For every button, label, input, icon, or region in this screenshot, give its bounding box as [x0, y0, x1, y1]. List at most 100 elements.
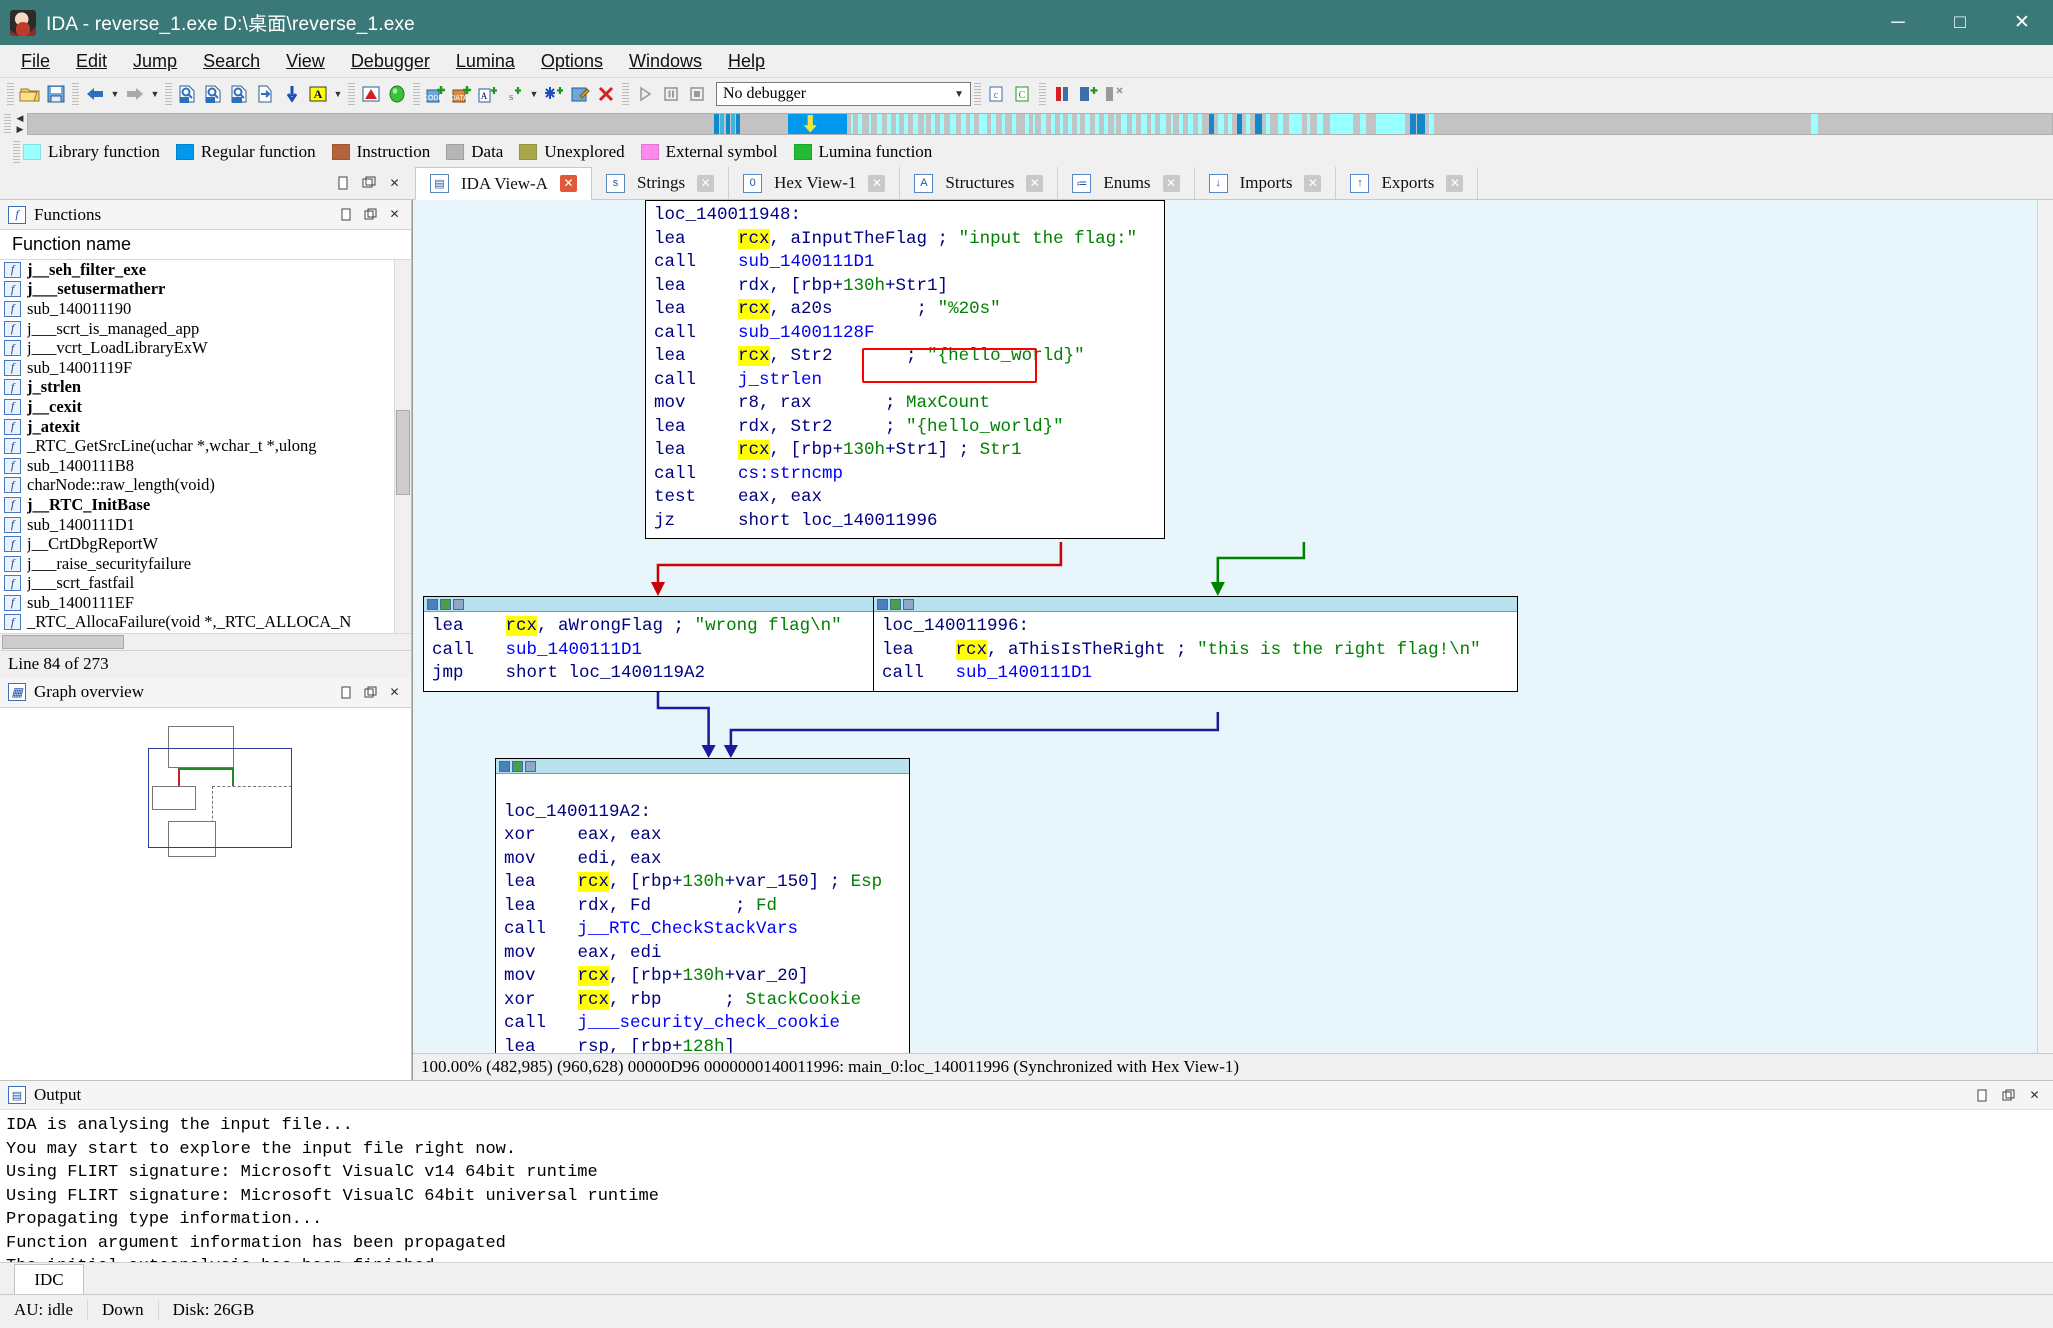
tab-close-strings[interactable]: ✕ [697, 174, 715, 192]
tab-structures[interactable]: A Structures ✕ [900, 167, 1059, 199]
toolbar-grip-3[interactable] [165, 83, 172, 105]
search-hash-icon[interactable] [175, 81, 201, 107]
graph-icon[interactable] [1049, 81, 1075, 107]
restore-icon[interactable] [334, 175, 351, 192]
list-item[interactable]: f _RTC_GetSrcLine(uchar *,wchar_t *,ulong [0, 436, 394, 456]
list-item[interactable]: f sub_140011190 [0, 299, 394, 319]
debugger-select[interactable]: No debugger ▼ [716, 82, 971, 106]
tab-close-hex-view-1[interactable]: ✕ [868, 174, 886, 192]
block-icon-3[interactable] [525, 760, 536, 772]
graph-block-right-flag[interactable]: loc_140011996: lea rcx, aThisIsTheRight … [873, 596, 1518, 692]
menu-edit[interactable]: Edit [63, 47, 120, 76]
menu-debugger[interactable]: Debugger [338, 47, 443, 76]
list-item[interactable]: f j___raise_securityfailure [0, 554, 394, 574]
list-item[interactable]: f j_strlen [0, 377, 394, 398]
output-maximize-icon[interactable] [2000, 1087, 2017, 1104]
tab-imports[interactable]: ↓ Imports ✕ [1194, 167, 1337, 199]
list-item[interactable]: f _RTC_AllocaFailure(void *,_RTC_ALLOCA_N [0, 612, 394, 633]
graph-overview-body[interactable] [0, 707, 411, 1080]
maximize-icon[interactable] [360, 175, 377, 192]
make-code-icon[interactable]: CODE [423, 81, 449, 107]
block-icon-1[interactable] [499, 760, 510, 772]
navigation-band[interactable] [27, 112, 2053, 135]
menu-view[interactable]: View [273, 47, 338, 76]
tab-close-ida-view-a[interactable]: ✕ [559, 175, 577, 192]
list-item[interactable]: f sub_1400111EF [0, 593, 394, 613]
tab-enums[interactable]: ≔ Enums ✕ [1058, 167, 1195, 199]
make-ascii-icon[interactable]: A [475, 81, 501, 107]
graph-add-icon[interactable] [1075, 81, 1101, 107]
functions-vertical-scrollbar[interactable] [394, 260, 411, 633]
tab-hex-view-1[interactable]: 0 Hex View-1 ✕ [729, 167, 901, 199]
graph-overview-restore-icon[interactable] [338, 684, 355, 701]
output-log[interactable]: IDA is analysing the input file... You m… [0, 1110, 2053, 1262]
graph-overview-close-icon[interactable]: ✕ [386, 684, 403, 701]
functions-scroll-thumb[interactable] [396, 410, 410, 495]
idc-tab[interactable]: IDC [14, 1264, 84, 1294]
maximize-button[interactable]: □ [1929, 0, 1991, 45]
minimize-button[interactable]: ─ [1867, 0, 1929, 45]
graph-xrefs-icon[interactable] [1101, 81, 1127, 107]
list-item[interactable]: f j___scrt_fastfail [0, 573, 394, 594]
overview-viewport-rect[interactable] [148, 747, 292, 848]
toolbar-grip-4[interactable] [348, 83, 355, 105]
menu-help[interactable]: Help [715, 47, 778, 76]
save-icon[interactable] [43, 81, 69, 107]
block-icon-2[interactable] [512, 760, 523, 772]
search-binary-icon[interactable] [227, 81, 253, 107]
graph-block-epilogue[interactable]: loc_1400119A2: xor eax, eax mov edi, eax… [495, 758, 910, 1080]
reanalyze-icon[interactable]: C [1010, 81, 1036, 107]
list-item[interactable]: f j__RTC_InitBase [0, 495, 394, 515]
open-file-icon[interactable] [17, 81, 43, 107]
graph-overview-maximize-icon[interactable] [362, 684, 379, 701]
graph-block-titlebar[interactable] [874, 597, 1517, 612]
edit-function-icon[interactable] [567, 81, 593, 107]
menu-windows[interactable]: Windows [616, 47, 715, 76]
make-unexplored-icon[interactable] [541, 81, 567, 107]
list-item[interactable]: f sub_1400111D1 [0, 515, 394, 535]
functions-hscroll-thumb[interactable] [2, 634, 124, 649]
output-close-icon[interactable]: ✕ [2026, 1087, 2043, 1104]
toolbar-grip[interactable] [7, 83, 14, 105]
block-icon-2[interactable] [440, 598, 451, 610]
close-icon[interactable]: ✕ [386, 175, 403, 192]
block-icon-3[interactable] [453, 598, 464, 610]
pause-icon[interactable] [658, 81, 684, 107]
search-next-icon[interactable] [253, 81, 279, 107]
back-dropdown-icon[interactable]: ▼ [108, 81, 122, 107]
tab-close-enums[interactable]: ✕ [1162, 174, 1180, 192]
forward-arrow-icon[interactable] [122, 81, 148, 107]
toolbar-grip-6[interactable] [622, 83, 629, 105]
toolbar-grip-8[interactable] [1039, 83, 1046, 105]
text-attribute-icon[interactable]: A [305, 81, 331, 107]
block-icon-3[interactable] [903, 598, 914, 610]
toolbar-grip-7[interactable] [974, 83, 981, 105]
menu-options[interactable]: Options [528, 47, 616, 76]
search-text-icon[interactable] [201, 81, 227, 107]
delete-icon[interactable] [593, 81, 619, 107]
tab-close-exports[interactable]: ✕ [1446, 174, 1464, 192]
run-green-icon[interactable] [384, 81, 410, 107]
navband-scroll-left-icon[interactable]: ◀ ▶ [13, 113, 27, 135]
list-item[interactable]: f j__CrtDbgReportW [0, 534, 394, 554]
tab-close-imports[interactable]: ✕ [1304, 174, 1322, 192]
toolbar-grip-5[interactable] [413, 83, 420, 105]
navband-grip[interactable] [4, 113, 11, 134]
stop-icon[interactable] [684, 81, 710, 107]
list-item[interactable]: f j_atexit [0, 417, 394, 437]
graph-vertical-scrollbar[interactable] [2037, 200, 2053, 1053]
functions-close-icon[interactable]: ✕ [386, 206, 403, 223]
list-item[interactable]: f charNode::raw_length(void) [0, 475, 394, 496]
graph-block-titlebar[interactable] [496, 759, 909, 774]
list-item[interactable]: f sub_14001119F [0, 358, 394, 378]
functions-horizontal-scrollbar[interactable] [0, 632, 411, 650]
functions-restore-icon[interactable] [338, 206, 355, 223]
toolbar-grip-2[interactable] [72, 83, 79, 105]
make-data-icon[interactable]: DATA [449, 81, 475, 107]
forward-dropdown-icon[interactable]: ▼ [148, 81, 162, 107]
functions-list[interactable]: f j__seh_filter_exe f j___setusermatherr f… [0, 260, 394, 633]
ida-graph-view[interactable]: loc_140011948: lea rcx, aInputTheFlag ; … [412, 200, 2053, 1080]
list-item[interactable]: f j___vcrt_LoadLibraryExW [0, 338, 394, 358]
output-restore-icon[interactable] [1974, 1087, 1991, 1104]
menu-jump[interactable]: Jump [120, 47, 190, 76]
